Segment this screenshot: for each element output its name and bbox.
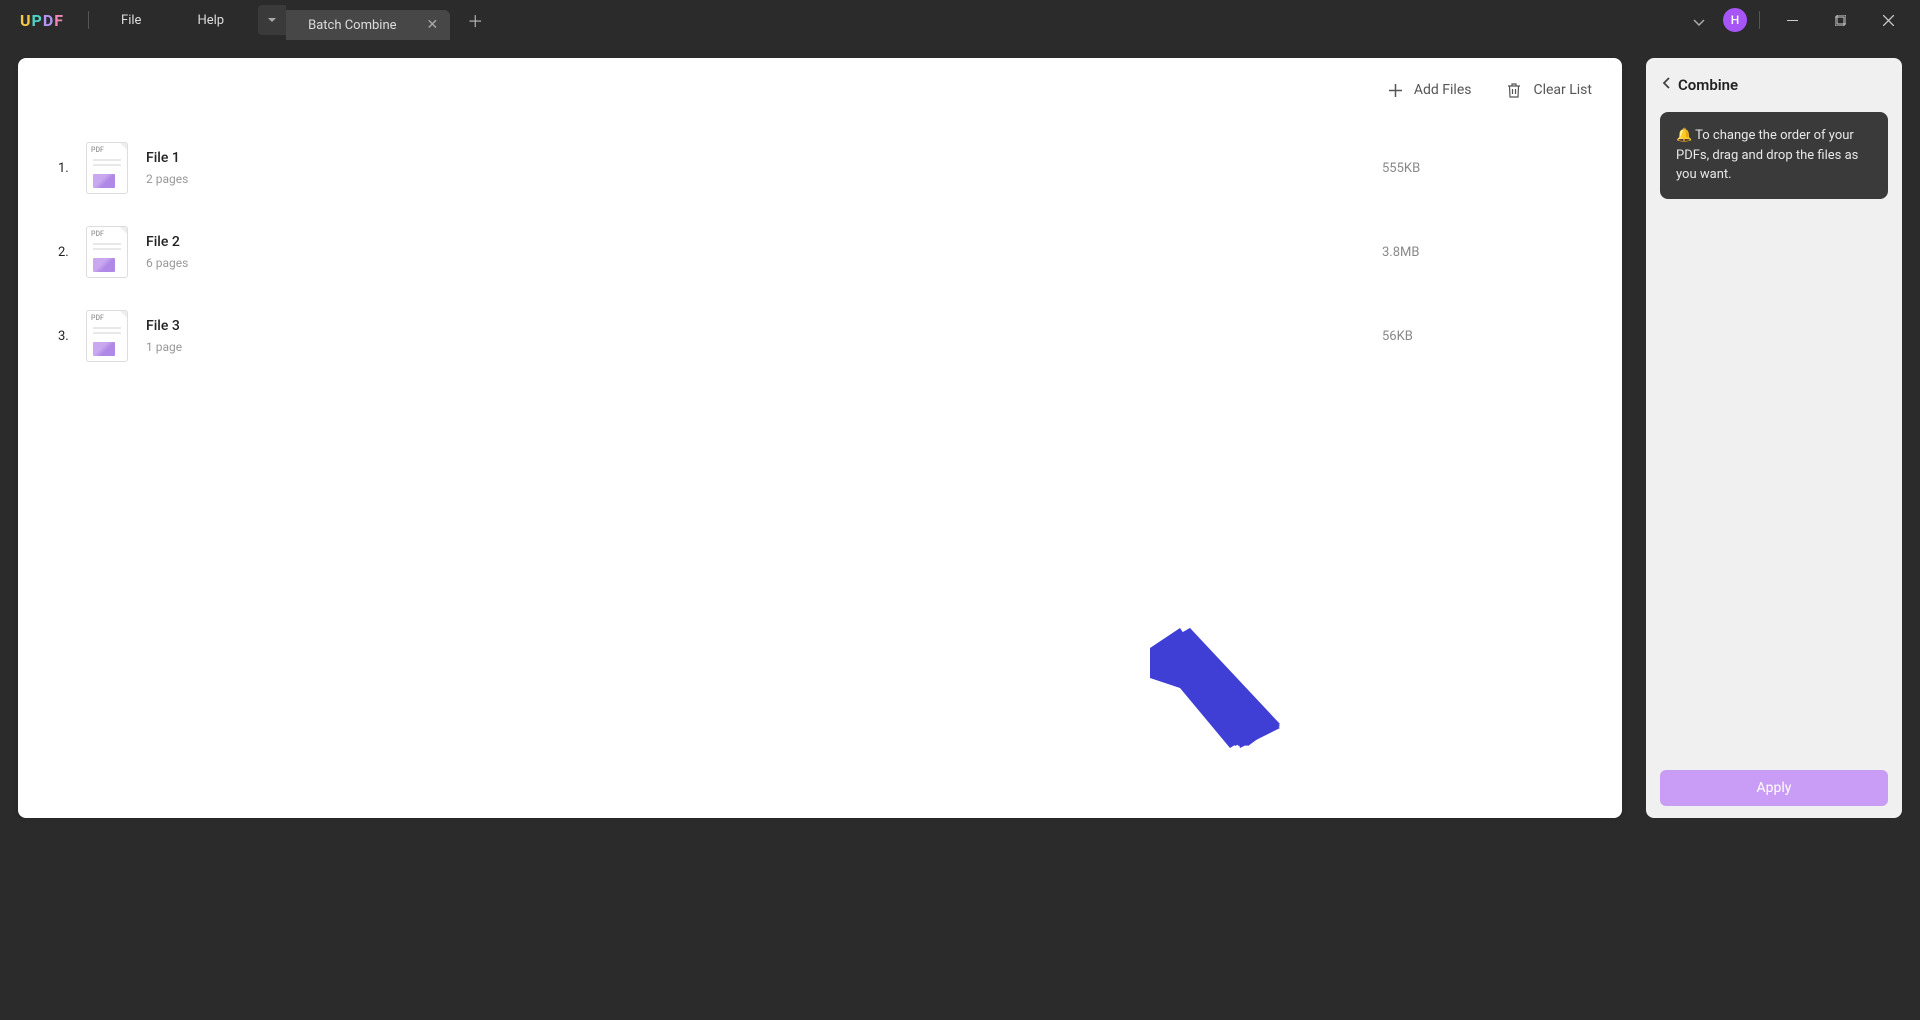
file-index: 3. xyxy=(58,329,86,344)
user-avatar[interactable]: H xyxy=(1723,8,1747,32)
divider xyxy=(1759,11,1760,29)
main-panel: Add Files Clear List 1. File 1 2 pages 5… xyxy=(18,58,1622,818)
tab-label: Batch Combine xyxy=(308,18,396,33)
apply-button[interactable]: Apply xyxy=(1660,770,1888,806)
app-body: Add Files Clear List 1. File 1 2 pages 5… xyxy=(0,40,1920,1020)
side-panel: Combine 🔔 To change the order of your PD… xyxy=(1646,58,1902,818)
side-title: Combine xyxy=(1678,76,1738,94)
file-name: File 1 xyxy=(146,150,1382,166)
close-window-icon[interactable] xyxy=(1868,0,1908,40)
file-name: File 3 xyxy=(146,318,1382,334)
hint-box: 🔔 To change the order of your PDFs, drag… xyxy=(1660,112,1888,199)
add-files-label: Add Files xyxy=(1414,82,1472,98)
app-logo: UPDF xyxy=(0,11,84,30)
clear-list-button[interactable]: Clear List xyxy=(1507,82,1592,98)
file-size: 555KB xyxy=(1382,161,1582,176)
file-name: File 2 xyxy=(146,234,1382,250)
close-icon[interactable]: ✕ xyxy=(427,17,439,33)
file-row[interactable]: 3. File 3 1 page 56KB xyxy=(58,294,1582,378)
file-pages: 6 pages xyxy=(146,256,1382,270)
file-row[interactable]: 1. File 1 2 pages 555KB xyxy=(58,126,1582,210)
pdf-thumbnail-icon xyxy=(86,310,128,362)
file-size: 3.8MB xyxy=(1382,245,1582,260)
file-pages: 1 page xyxy=(146,340,1382,354)
trash-icon xyxy=(1507,83,1521,98)
tab-batch-combine[interactable]: Batch Combine ✕ xyxy=(286,10,450,40)
add-files-button[interactable]: Add Files xyxy=(1389,82,1472,98)
file-size: 56KB xyxy=(1382,329,1582,344)
chevron-down-icon[interactable] xyxy=(1683,11,1715,30)
file-index: 2. xyxy=(58,245,86,260)
back-icon[interactable] xyxy=(1662,77,1670,93)
maximize-icon[interactable] xyxy=(1820,0,1860,40)
divider xyxy=(88,11,89,29)
file-row[interactable]: 2. File 2 6 pages 3.8MB xyxy=(58,210,1582,294)
titlebar: UPDF File Help Batch Combine ✕ ＋ H xyxy=(0,0,1920,40)
toolbar: Add Files Clear List xyxy=(18,76,1622,108)
clear-list-label: Clear List xyxy=(1533,82,1592,98)
menu-file[interactable]: File xyxy=(93,0,169,40)
new-tab-button[interactable]: ＋ xyxy=(460,5,490,35)
pdf-thumbnail-icon xyxy=(86,226,128,278)
file-list: 1. File 1 2 pages 555KB 2. File 2 6 page… xyxy=(18,108,1622,396)
tab-dropdown-icon[interactable] xyxy=(258,5,286,35)
file-pages: 2 pages xyxy=(146,172,1382,186)
side-header: Combine xyxy=(1660,70,1888,112)
pdf-thumbnail-icon xyxy=(86,142,128,194)
plus-icon xyxy=(1389,84,1402,97)
menu-help[interactable]: Help xyxy=(169,0,252,40)
minimize-icon[interactable] xyxy=(1772,0,1812,40)
file-index: 1. xyxy=(58,161,86,176)
